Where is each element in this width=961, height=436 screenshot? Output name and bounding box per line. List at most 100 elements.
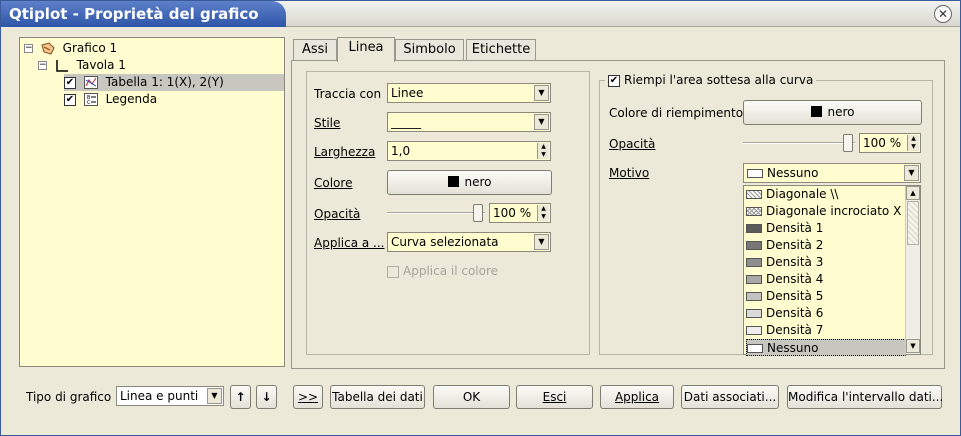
larghezza-spinbox[interactable]: 1,0 ▲ ▼ — [387, 141, 551, 161]
option-label: Densità 2 — [766, 238, 824, 252]
tipo-grafico-select[interactable]: Linea e punti ▼ — [116, 386, 224, 406]
option-label: Diagonale incrociato X — [766, 204, 902, 218]
dati-associati-button[interactable]: Dati associati... — [681, 385, 779, 409]
motivo-option[interactable]: Densità 2 — [746, 237, 823, 254]
line-opacity-value: 100 % — [493, 206, 532, 220]
motivo-value: Nessuno — [767, 166, 819, 180]
chevron-down-icon: ▼ — [207, 388, 222, 404]
option-label: Diagonale \\ — [766, 187, 839, 201]
properties-dialog: Qtiplot - Proprietà del grafico ✕ − Graf… — [0, 0, 961, 436]
close-icon[interactable]: ✕ — [934, 5, 952, 23]
motivo-option[interactable]: Densità 5 — [746, 288, 823, 305]
tree-item-label: Tabella 1: 1(X), 2(Y) — [105, 75, 224, 89]
fill-checkbox[interactable]: ✔ — [608, 74, 620, 87]
motivo-label-text: Motivo — [609, 166, 650, 180]
traccia-select[interactable]: Linee ▼ — [387, 83, 551, 103]
collapse-icon[interactable]: − — [24, 44, 33, 53]
slider-track — [743, 142, 855, 144]
tree-item-grafico[interactable]: − Grafico 1 — [24, 40, 117, 57]
applica-colore-checkbox[interactable] — [387, 265, 399, 278]
option-label: Densità 6 — [766, 306, 824, 320]
slider-handle[interactable] — [473, 204, 483, 222]
spin-arrows-icon[interactable]: ▲ ▼ — [907, 135, 919, 151]
move-down-button[interactable]: ↓ — [256, 385, 277, 409]
expand-label: >> — [297, 390, 319, 404]
modifica-intervallo-button[interactable]: Modifica l'intervallo dati... — [787, 385, 943, 409]
arrow-up-icon: ↑ — [235, 390, 246, 404]
fill-toggle[interactable]: ✔ Riempi l'area sottesa alla curva — [605, 71, 817, 89]
spin-arrows-icon[interactable]: ▲ ▼ — [537, 143, 549, 159]
pattern-density-icon — [746, 309, 762, 318]
stile-value: _____ — [391, 115, 421, 129]
motivo-option[interactable]: Diagonale incrociato X — [746, 203, 901, 220]
pattern-density-icon — [746, 292, 762, 301]
line-color-button[interactable]: nero — [387, 170, 552, 195]
slider-track — [387, 212, 485, 214]
ok-label: OK — [462, 390, 481, 404]
dati-associati-label: Dati associati... — [683, 390, 777, 404]
tree-item-curve[interactable]: ✔ Tabella 1: 1(X), 2(Y) — [64, 74, 284, 91]
move-up-button[interactable]: ↑ — [230, 385, 251, 409]
larghezza-value: 1,0 — [391, 144, 411, 158]
fill-color-label: Colore di riempimento — [609, 106, 744, 120]
tree-item-label: Grafico 1 — [62, 41, 118, 55]
fill-color-button[interactable]: nero — [743, 100, 922, 125]
applica-value: Curva selezionata — [391, 235, 499, 249]
applica-colore-option[interactable]: Applica il colore — [387, 262, 498, 280]
opacita-label: Opacità — [314, 205, 360, 223]
pattern-crosshatch-icon — [746, 207, 762, 216]
applica-label: Applica a ... — [314, 234, 385, 252]
tree-item-tavola[interactable]: − Tavola 1 — [38, 57, 126, 74]
line-opacity-spinbox[interactable]: 100 % ▲ ▼ — [489, 203, 551, 223]
expand-button[interactable]: >> — [293, 385, 323, 409]
fill-opacity-label: Opacità — [609, 135, 655, 153]
colore-label-text: Colore — [314, 176, 353, 190]
motivo-option[interactable]: Densità 7 — [746, 322, 823, 339]
spin-arrows-icon[interactable]: ▲ ▼ — [537, 205, 549, 221]
tab-etichette[interactable]: Etichette — [466, 39, 536, 61]
motivo-option[interactable]: Densità 6 — [746, 305, 823, 322]
pattern-none-icon — [747, 169, 763, 178]
curve-icon — [83, 76, 98, 89]
plot-tree[interactable]: − Grafico 1 − Tavola 1 ✔ Tabella 1: 1(X)… — [19, 37, 285, 367]
tree-item-label: Legenda — [105, 92, 158, 106]
svg-text:C: C — [87, 100, 91, 106]
scroll-down-icon[interactable]: ▼ — [906, 339, 920, 353]
motivo-option[interactable]: Densità 3 — [746, 254, 823, 271]
applica-button[interactable]: Applica — [600, 385, 674, 409]
tree-item-legenda[interactable]: ✔ BC Legenda — [64, 91, 157, 108]
tab-simbolo[interactable]: Simbolo — [395, 39, 464, 61]
motivo-select[interactable]: Nessuno ▼ — [743, 163, 921, 183]
arrow-down-icon: ↓ — [261, 390, 272, 404]
tabella-dati-label: Tabella dei dati — [332, 390, 423, 404]
tabella-dati-button[interactable]: Tabella dei dati — [330, 385, 425, 409]
layer-icon — [56, 60, 68, 72]
scroll-up-icon[interactable]: ▲ — [906, 186, 920, 200]
motivo-option[interactable]: Densità 1 — [746, 220, 823, 237]
pattern-diagonal-icon — [746, 190, 762, 199]
ok-button[interactable]: OK — [433, 385, 510, 409]
motivo-scrollbar[interactable]: ▲ ▼ — [905, 186, 920, 354]
slider-handle[interactable] — [843, 134, 853, 152]
larghezza-label-text: Larghezza — [314, 145, 376, 159]
legend-checkbox[interactable]: ✔ — [64, 93, 76, 106]
tab-assi[interactable]: Assi — [293, 39, 337, 61]
motivo-option[interactable]: Densità 4 — [746, 271, 823, 288]
applica-select[interactable]: Curva selezionata ▼ — [387, 232, 551, 252]
pattern-density-icon — [746, 258, 762, 267]
esci-button[interactable]: Esci — [516, 385, 593, 409]
tab-linea[interactable]: Linea — [337, 37, 395, 62]
motivo-option[interactable]: Diagonale \\ — [746, 186, 838, 203]
pattern-density-icon — [746, 275, 762, 284]
motivo-dropdown-list[interactable]: Diagonale \\ Diagonale incrociato X Dens… — [743, 185, 921, 356]
motivo-option-selected[interactable]: Nessuno — [746, 339, 906, 356]
curve-checkbox[interactable]: ✔ — [64, 76, 76, 89]
line-opacity-slider[interactable] — [387, 203, 485, 223]
scroll-thumb[interactable] — [907, 201, 919, 245]
stile-select[interactable]: _____ ▼ — [387, 112, 551, 132]
fill-opacity-spinbox[interactable]: 100 % ▲ ▼ — [859, 133, 921, 153]
fill-opacity-slider[interactable] — [743, 133, 855, 153]
title-bar[interactable]: Qtiplot - Proprietà del grafico ✕ — [1, 1, 960, 27]
traccia-label: Traccia con — [314, 87, 382, 101]
collapse-icon[interactable]: − — [38, 61, 47, 70]
